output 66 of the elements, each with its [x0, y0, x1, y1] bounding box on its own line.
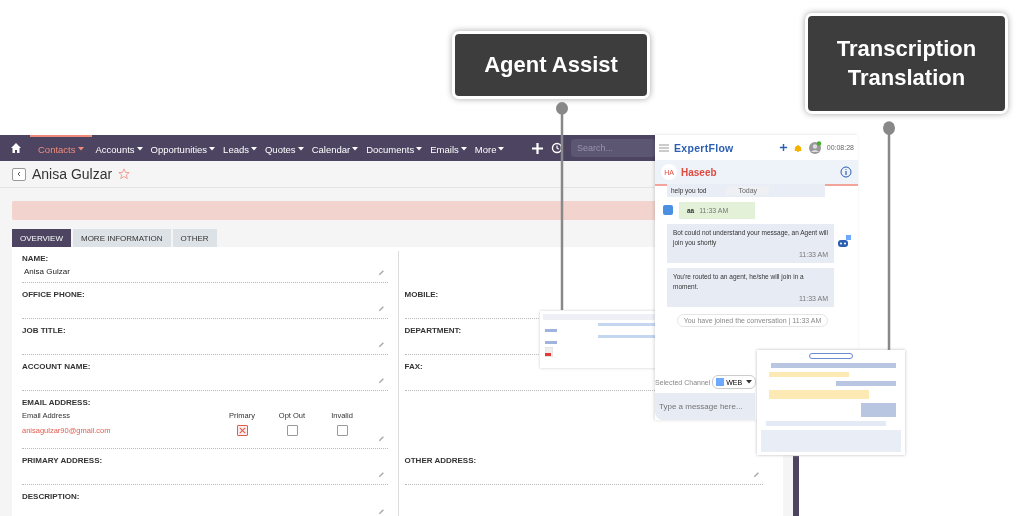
brand-logo: ExpertFlow	[674, 141, 734, 154]
avatar-icon[interactable]	[807, 140, 822, 155]
pencil-icon[interactable]	[377, 471, 385, 478]
caret-icon	[352, 147, 359, 151]
field-label: MOBILE:	[404, 290, 439, 299]
pencil-icon[interactable]	[377, 341, 385, 348]
star-icon[interactable]	[118, 168, 131, 180]
caret-icon	[460, 147, 467, 151]
field-label: PRIMARY ADDRESS:	[22, 456, 103, 465]
detail-tab[interactable]: OTHER	[172, 229, 217, 247]
caret-icon	[416, 147, 423, 151]
nav-menu-item[interactable]: Opportunities	[146, 135, 220, 161]
nav-menu-item[interactable]: Calendar	[307, 135, 363, 161]
history-icon[interactable]	[551, 142, 563, 154]
menu-icon[interactable]	[659, 143, 669, 152]
caret-icon	[498, 147, 505, 151]
field-label: JOB TITLE:	[22, 326, 66, 335]
caret-icon	[209, 147, 216, 151]
field-label: DESCRIPTION:	[22, 492, 80, 501]
nav-menu-item[interactable]: Leads	[219, 135, 261, 161]
pdf-file-icon	[545, 347, 553, 357]
home-icon[interactable]	[10, 142, 22, 154]
field-label: ACCOUNT NAME:	[22, 362, 91, 371]
pencil-icon[interactable]	[377, 377, 385, 384]
scrollbar[interactable]	[793, 456, 799, 516]
caret-icon	[77, 147, 84, 151]
nav-menu-item[interactable]: More	[470, 135, 509, 161]
pencil-icon[interactable]	[377, 508, 385, 515]
callout-label: Transcription Translation	[805, 13, 1008, 114]
nav-menu-item[interactable]: Accounts	[91, 135, 147, 161]
pencil-icon[interactable]	[377, 269, 385, 276]
field-label: OTHER ADDRESS:	[404, 456, 477, 465]
field-label: FAX:	[404, 362, 423, 371]
field-value: Anisa Gulzar	[23, 267, 70, 276]
record-title: Anisa Gulzar	[32, 166, 113, 182]
caret-icon	[746, 380, 753, 384]
caret-icon	[297, 147, 304, 151]
checkbox[interactable]	[236, 425, 248, 436]
detail-tab[interactable]: OVERVIEW	[12, 229, 71, 247]
checkbox[interactable]	[286, 425, 298, 436]
web-channel-icon	[716, 378, 725, 386]
info-icon[interactable]	[840, 166, 852, 178]
detail-tab[interactable]: MORE INFORMATION	[73, 229, 171, 247]
web-channel-icon	[663, 205, 673, 215]
checkbox[interactable]	[336, 425, 348, 436]
pencil-icon[interactable]	[377, 305, 385, 312]
back-button[interactable]	[12, 167, 26, 181]
nav-menu-item[interactable]: Quotes	[261, 135, 308, 161]
field-label: DEPARTMENT:	[404, 326, 462, 335]
field-label: EMAIL ADDRESS:	[22, 398, 91, 407]
field-label: NAME:	[22, 254, 49, 263]
contact-name[interactable]: Haseeb	[681, 166, 717, 178]
caret-icon	[251, 147, 257, 151]
pencil-icon[interactable]	[377, 435, 385, 442]
callout-label: Agent Assist	[452, 31, 650, 99]
caret-icon	[136, 147, 143, 151]
chevron-left-icon	[16, 171, 22, 177]
message-input[interactable]: Type a message here...	[655, 393, 755, 420]
robot-icon	[835, 235, 851, 249]
nav-menu-item[interactable]: Emails	[426, 135, 471, 161]
pencil-icon[interactable]	[753, 471, 760, 478]
bell-icon[interactable]	[792, 142, 803, 153]
field-label: OFFICE PHONE:	[22, 290, 85, 299]
nav-menu-item[interactable]: Contacts	[30, 135, 92, 161]
nav-menu-item[interactable]: Documents	[362, 135, 427, 161]
plus-icon[interactable]	[778, 143, 788, 152]
